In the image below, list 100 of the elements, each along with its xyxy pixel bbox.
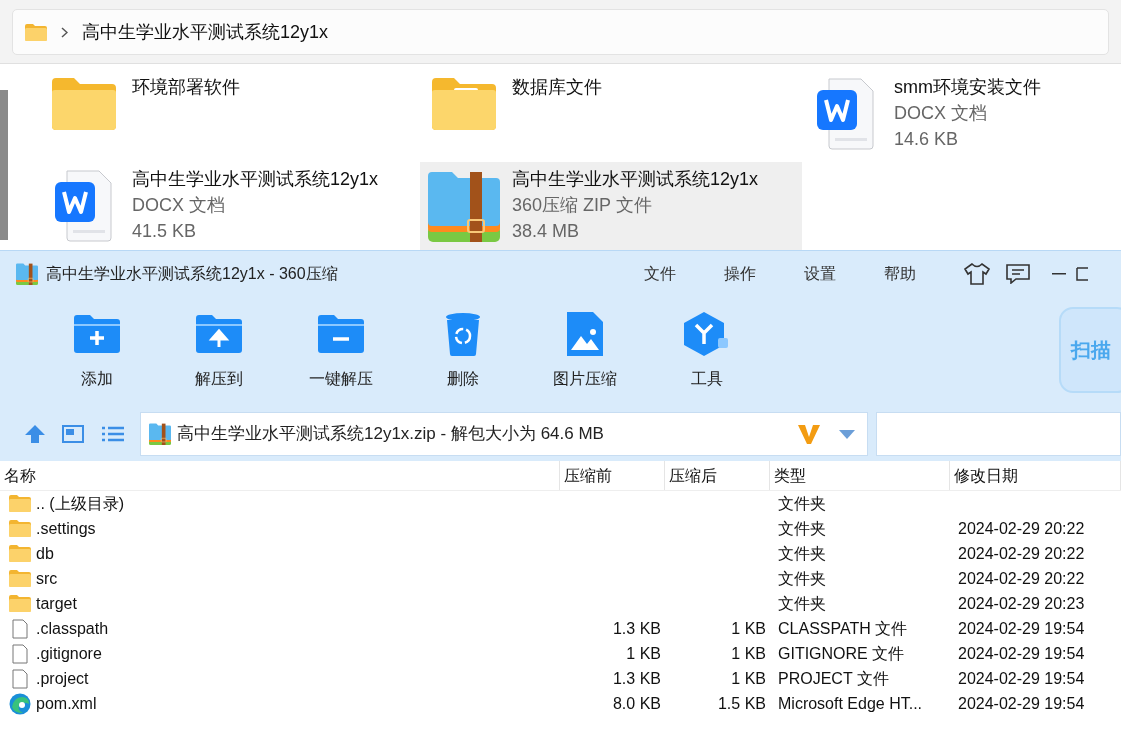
list-view-icon[interactable] [102,426,124,442]
file-tile[interactable]: 环境部署软件 [40,70,420,162]
modified-date-cell: 2024-02-29 20:23 [958,594,1085,612]
file-name-cell[interactable]: src [36,566,58,591]
file-tile[interactable]: smm环境安装文件 DOCX 文档 14.6 KB [802,70,1121,162]
menu-item[interactable]: 文件 [644,262,724,286]
folder-plus-icon [74,315,120,353]
file-name-cell[interactable]: db [36,541,54,566]
folder-icon [9,495,31,512]
zip-archive-icon [428,170,500,242]
compressed-size-cell: 1.5 KB [717,694,766,712]
toolbar-button[interactable]: 图片压缩 [524,297,646,391]
file-tile[interactable]: 数据库文件 [420,70,802,162]
modified-date-cell: 2024-02-29 20:22 [958,519,1085,537]
original-size-cell: 1 KB [626,644,661,662]
file-tile[interactable]: 高中生学业水平测试系统12y1x DOCX 文档 41.5 KB [40,162,420,250]
file-type: DOCX 文档 [132,194,226,217]
image-file-icon [567,312,603,356]
file-name: 数据库文件 [512,76,602,99]
file-type-cell: GITIGNORE 文件 [778,644,905,662]
chevron-icon [61,26,68,38]
original-size-cell: 1.3 KB [612,669,661,687]
folder-document-icon [432,78,496,130]
modified-date-cell: 2024-02-29 20:22 [958,569,1085,587]
dropdown-arrow-icon[interactable] [839,429,855,439]
preview-view-icon[interactable] [62,425,84,443]
folder-icon [25,23,47,41]
file-size: 41.5 KB [132,220,198,243]
column-header[interactable]: 类型 [770,461,950,490]
file-icon [12,643,28,664]
recycle-bin-icon [445,312,481,356]
file-name-cell[interactable]: .gitignore [36,641,102,666]
search-field[interactable] [876,412,1121,456]
menu-item[interactable]: 设置 [804,262,884,286]
file-name-cell[interactable]: .. (上级目录) [36,491,124,516]
column-header[interactable]: 压缩前 [560,461,665,490]
modified-date-cell: 2024-02-29 19:54 [958,694,1085,712]
file-name: 高中生学业水平测试系统12y1x [132,168,379,191]
path-bar[interactable]: 高中生学业水平测试系统12y1x.zip - 解包大小为 64.6 MB [140,412,868,456]
compressed-size-cell: 1 KB [731,644,766,662]
address-bar[interactable]: 高中生学业水平测试系统12y1x [12,9,1109,55]
folder-minus-icon [318,315,364,353]
file-type-cell: 文件夹 [778,569,826,587]
file-size: 38.4 MB [512,220,581,243]
toolbar-button[interactable]: 添加 [36,297,158,391]
modified-date-cell: 2024-02-29 19:54 [958,644,1085,662]
file-icon [12,668,28,689]
modified-date-cell: 2024-02-29 19:54 [958,669,1085,687]
file-type-cell: CLASSPATH 文件 [778,619,908,637]
scrollbar[interactable] [0,90,8,240]
file-name-cell[interactable]: target [36,591,77,616]
file-name-cell[interactable]: pom.xml [36,691,97,716]
window-title: 高中生学业水平测试系统12y1x - 360压缩 [46,264,339,284]
toolbar-button[interactable]: 一键解压 [280,297,402,391]
menu-item[interactable]: 操作 [724,262,804,286]
folder-upload-icon [196,315,242,353]
compressed-size-cell: 1 KB [731,669,766,687]
file-name-cell[interactable]: .project [36,666,89,691]
folder-icon [9,520,31,537]
folder-icon [9,545,31,562]
menu-item[interactable]: 帮助 [884,262,964,286]
file-icon [12,618,28,639]
file-name-cell[interactable]: .settings [36,516,96,541]
file-tile[interactable]: 高中生学业水平测试系统12y1x 360压缩 ZIP 文件 38.4 MB [420,162,802,250]
file-type-cell: 文件夹 [778,494,826,512]
word-document-icon [55,170,113,242]
message-icon[interactable] [1006,264,1030,284]
file-type: DOCX 文档 [894,102,988,125]
up-arrow-icon[interactable] [24,424,46,444]
v-logo-icon [797,423,821,445]
folder-icon [52,78,116,130]
file-name: 高中生学业水平测试系统12y1x [512,168,759,191]
original-size-cell: 1.3 KB [612,619,661,637]
file-name: smm环境安装文件 [894,76,1041,99]
archive-path: 高中生学业水平测试系统12y1x.zip - 解包大小为 64.6 MB [177,423,605,446]
toolbar-button[interactable]: 删除 [402,297,524,391]
file-type-cell: PROJECT 文件 [778,669,889,687]
file-name-cell[interactable]: .classpath [36,616,109,641]
edge-browser-icon [9,692,31,715]
column-header[interactable]: 压缩后 [665,461,770,490]
file-type-cell: 文件夹 [778,519,826,537]
column-header[interactable]: 修改日期 [950,461,1121,490]
compressed-size-cell: 1 KB [731,619,766,637]
file-type-cell: 文件夹 [778,594,826,612]
minimize-icon[interactable] [1052,273,1066,275]
file-type-cell: Microsoft Edge HT... [778,694,923,712]
file-size: 14.6 KB [894,128,960,151]
breadcrumb-item[interactable]: 高中生学业水平测试系统12y1x [82,18,329,46]
column-header[interactable]: 名称 [0,461,560,490]
zip-archive-icon [149,423,171,445]
modified-date-cell: 2024-02-29 20:22 [958,544,1085,562]
word-document-icon [817,78,875,150]
maximize-icon[interactable] [1076,267,1088,281]
file-type: 360压缩 ZIP 文件 [512,194,653,217]
modified-date-cell: 2024-02-29 19:54 [958,619,1085,637]
file-name: 环境部署软件 [132,76,240,99]
toolbar-button[interactable]: 解压到 [158,297,280,391]
shirt-icon[interactable] [964,263,990,285]
toolbar-button[interactable]: 工具 [646,297,768,391]
folder-icon [9,595,31,612]
